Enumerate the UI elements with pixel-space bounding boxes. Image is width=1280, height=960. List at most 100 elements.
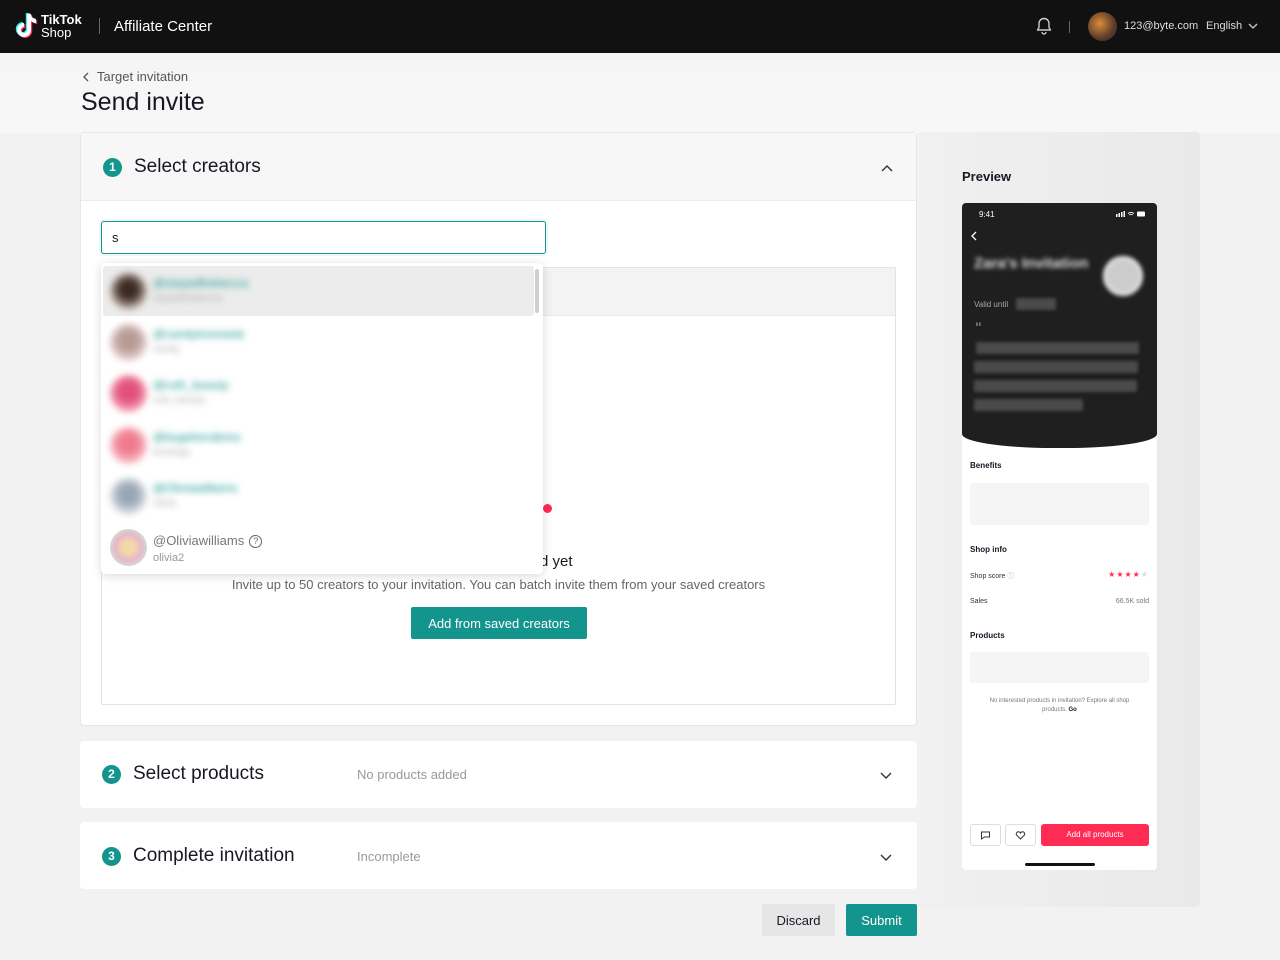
star-icon: ★	[1132, 570, 1141, 579]
star-icon: ★	[1140, 570, 1149, 579]
shop-score-row: Shop score ⓘ	[970, 571, 1014, 581]
step-card-complete-invitation[interactable]: 3 Complete invitation Incomplete	[80, 822, 917, 889]
avatar	[110, 375, 147, 412]
status-icons	[1116, 211, 1145, 217]
submit-button[interactable]: Submit	[846, 904, 917, 936]
step-title: Select products	[133, 763, 264, 784]
creator-handle: ruth_beauty	[153, 395, 206, 406]
dropdown-scrollbar[interactable]	[535, 269, 539, 313]
shop-score-stars: ★★★★★	[1108, 570, 1149, 579]
products-placeholder	[970, 652, 1149, 683]
creator-name: @candyloveswat	[153, 327, 244, 341]
creator-name-row: @Oliviawilliams?	[153, 533, 263, 548]
language-selector[interactable]: English	[1206, 20, 1258, 32]
sales-value: 66.5K sold	[1115, 598, 1149, 605]
chevron-left-icon	[83, 72, 89, 81]
dropdown-option[interactable]: @candyloveswat candy	[103, 317, 534, 367]
avatar	[110, 478, 147, 515]
chevron-down-icon[interactable]	[879, 769, 893, 783]
invitation-header-preview: 9:41 Zara's Invitation Valid until "	[962, 203, 1157, 448]
creator-handle: stayw8hebecca	[153, 293, 222, 304]
top-navigation-bar: TikTok Shop Affiliate Center 123@byte.co…	[0, 0, 1280, 53]
message-line-placeholder	[974, 399, 1083, 411]
shop-score-label: Shop score	[970, 573, 1006, 580]
logo-line-2: Shop	[41, 25, 72, 40]
empty-state-title: d yet	[540, 553, 573, 570]
valid-until-date-placeholder	[1016, 298, 1056, 310]
empty-state-description: Invite up to 50 creators to your invitat…	[231, 577, 766, 592]
dropdown-option[interactable]: @stayw8hebecca stayw8hebecca	[103, 266, 534, 316]
divider	[99, 18, 100, 34]
discard-button[interactable]: Discard	[762, 904, 835, 936]
chat-button[interactable]	[970, 824, 1001, 846]
back-link[interactable]: Target invitation	[82, 69, 188, 84]
add-from-saved-creators-button[interactable]: Add from saved creators	[411, 607, 587, 639]
chevron-down-icon	[1248, 23, 1258, 29]
divider	[1069, 21, 1070, 33]
chevron-left-icon	[970, 230, 977, 244]
preview-label: Preview	[962, 169, 1012, 184]
creator-name: @stayw8hebecca	[153, 276, 248, 290]
dropdown-option[interactable]: @Oliviawilliams? olivia2	[103, 522, 534, 572]
benefits-label: Benefits	[970, 461, 1002, 470]
avatar	[110, 324, 147, 361]
step-number-badge: 3	[102, 847, 121, 866]
products-note-text: No interested products in invitation? Ex…	[989, 698, 1130, 713]
step-card-select-products[interactable]: 2 Select products No products added	[80, 741, 917, 808]
valid-until-label: Valid until	[974, 300, 1009, 309]
home-indicator	[1025, 863, 1095, 866]
user-email[interactable]: 123@byte.com	[1124, 20, 1198, 32]
step-title: Select creators	[134, 156, 261, 177]
sales-label: Sales	[970, 598, 988, 605]
dropdown-option[interactable]: @ruth_beauty ruth_beauty	[103, 368, 534, 418]
shop-info-label: Shop info	[970, 545, 1007, 554]
step-status: Incomplete	[357, 849, 421, 864]
creator-handle: bostings	[153, 447, 191, 458]
step-number-badge: 2	[102, 765, 121, 784]
phone-preview: 9:41 Zara's Invitation Valid until " Ben…	[962, 203, 1157, 870]
empty-illustration	[543, 504, 552, 513]
benefits-placeholder	[970, 483, 1149, 525]
message-line-placeholder	[974, 380, 1137, 392]
invitation-title: Zara's Invitation	[974, 255, 1089, 272]
creator-handle: olivia2	[153, 552, 185, 564]
help-icon[interactable]: ?	[249, 535, 263, 548]
status-time: 9:41	[979, 210, 995, 219]
avatar	[110, 273, 147, 310]
language-label: English	[1206, 20, 1243, 32]
chat-icon	[981, 831, 990, 840]
step-status: No products added	[357, 767, 467, 782]
back-link-label: Target invitation	[97, 69, 189, 84]
products-note: No interested products in invitation? Ex…	[977, 697, 1142, 715]
creator-search-dropdown: @stayw8hebecca stayw8hebecca @candyloves…	[101, 263, 543, 574]
step-number-badge: 1	[103, 158, 122, 177]
dropdown-option[interactable]: @Oliviawilliams olivia	[103, 471, 534, 521]
products-note-link[interactable]: Go	[1069, 707, 1077, 713]
step-title: Complete invitation	[133, 845, 295, 866]
quote-mark: "	[975, 319, 982, 335]
avatar	[110, 529, 147, 566]
dropdown-option[interactable]: @bugeborabora bostings	[103, 420, 534, 470]
creator-name: @Oliviawilliams	[153, 533, 245, 548]
chevron-down-icon[interactable]	[879, 851, 893, 865]
avatar	[110, 427, 147, 464]
star-icon: ★	[1124, 570, 1133, 579]
favorite-button[interactable]	[1005, 824, 1036, 846]
bell-icon[interactable]	[1034, 16, 1054, 36]
tiktok-shop-logo[interactable]: TikTok Shop	[14, 12, 82, 40]
creator-name: @bugeborabora	[153, 430, 240, 444]
step-header-select-creators[interactable]: 1 Select creators	[81, 133, 916, 201]
user-avatar[interactable]	[1088, 12, 1117, 41]
page-title: Send invite	[81, 88, 205, 116]
add-all-products-button[interactable]: Add all products	[1041, 824, 1149, 846]
message-line-placeholder	[976, 342, 1139, 354]
heart-icon	[1015, 831, 1026, 840]
chevron-up-icon[interactable]	[880, 161, 894, 175]
info-icon: ⓘ	[1007, 573, 1015, 580]
creator-name: @Oliviawilliams	[153, 481, 238, 495]
shop-logo	[1103, 256, 1143, 296]
creator-search-input[interactable]	[101, 221, 546, 254]
creator-handle: olivia	[153, 498, 176, 509]
products-label: Products	[970, 631, 1005, 640]
tiktok-logo-icon	[15, 13, 38, 38]
